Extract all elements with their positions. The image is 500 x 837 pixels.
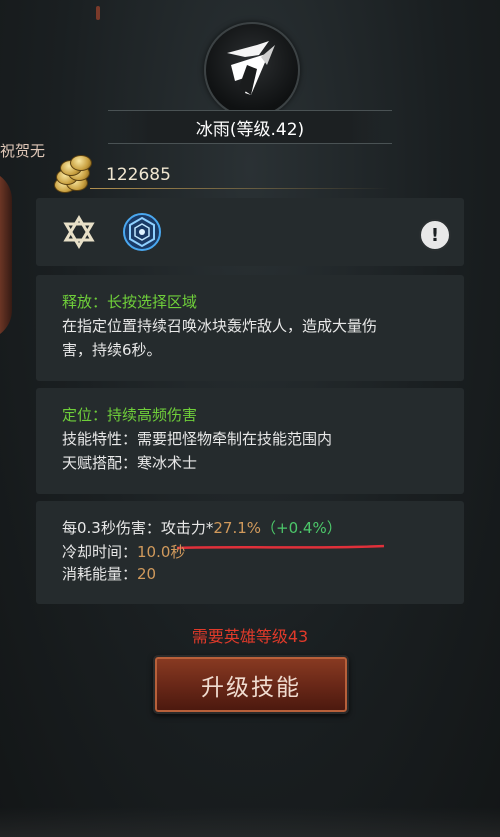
skill-title: 冰雨(等级.42): [195, 119, 305, 140]
skill-tags-panel: !: [36, 198, 464, 266]
info-icon: !: [430, 224, 440, 246]
release-info-panel: 释放：长按选择区域 在指定位置持续召唤冰块轰炸敌人，造成大量伤 害，持续6秒。: [36, 275, 464, 381]
top-decoration: [96, 6, 100, 20]
star-of-david-icon: [63, 215, 95, 249]
gold-coins-icon: [50, 155, 92, 195]
position-heading: 定位：持续高频伤害: [62, 406, 198, 424]
gold-amount: 122685: [106, 165, 171, 185]
skill-title-bar: 冰雨(等级.42): [108, 110, 392, 144]
ice-rain-skill-icon: [227, 41, 275, 95]
cooldown-value: 10.0秒: [137, 543, 186, 561]
release-desc-line2: 害，持续6秒。: [62, 341, 162, 359]
gold-display: 122685: [50, 155, 470, 195]
damage-bonus: （+0.4%）: [261, 519, 342, 537]
divider: [90, 188, 390, 189]
damage-label: 每0.3秒伤害：: [62, 519, 161, 537]
congrats-ribbon-text: 祝贺无: [0, 142, 46, 160]
damage-stat: 每0.3秒伤害：攻击力*27.1%（+0.4%）: [62, 517, 342, 538]
hero-portrait-edge: [0, 170, 12, 340]
info-button[interactable]: !: [419, 219, 451, 251]
upgrade-skill-label: 升级技能: [201, 674, 301, 701]
release-heading: 释放：长按选择区域: [62, 293, 198, 311]
energy-label: 消耗能量：: [62, 565, 138, 583]
release-desc-line1: 在指定位置持续召唤冰块轰炸敌人，造成大量伤: [62, 317, 378, 335]
talent-pairing-line: 天赋搭配：寒冰术士: [62, 454, 198, 472]
cooldown-label: 冷却时间：: [62, 543, 138, 561]
position-info-panel: 定位：持续高频伤害 技能特性：需要把怪物牵制在技能范围内 天赋搭配：寒冰术士: [36, 388, 464, 494]
damage-value: 27.1%: [213, 519, 262, 537]
skill-stats-panel: 每0.3秒伤害：攻击力*27.1%（+0.4%） 冷却时间：10.0秒 消耗能量…: [36, 501, 464, 604]
energy-value: 20: [137, 565, 157, 583]
cooldown-stat: 冷却时间：10.0秒: [62, 541, 185, 562]
upgrade-skill-button[interactable]: 升级技能: [153, 655, 349, 714]
hero-level-requirement: 需要英雄等级43: [191, 627, 309, 646]
blue-hex-rune-icon[interactable]: [122, 212, 162, 252]
damage-attr: 攻击力*: [160, 519, 214, 537]
bottom-fade: [0, 807, 500, 837]
red-underline-annotation: [176, 544, 385, 550]
skill-trait-line: 技能特性：需要把怪物牵制在技能范围内: [62, 430, 333, 448]
skill-icon: [204, 22, 300, 118]
energy-stat: 消耗能量：20: [62, 563, 156, 584]
